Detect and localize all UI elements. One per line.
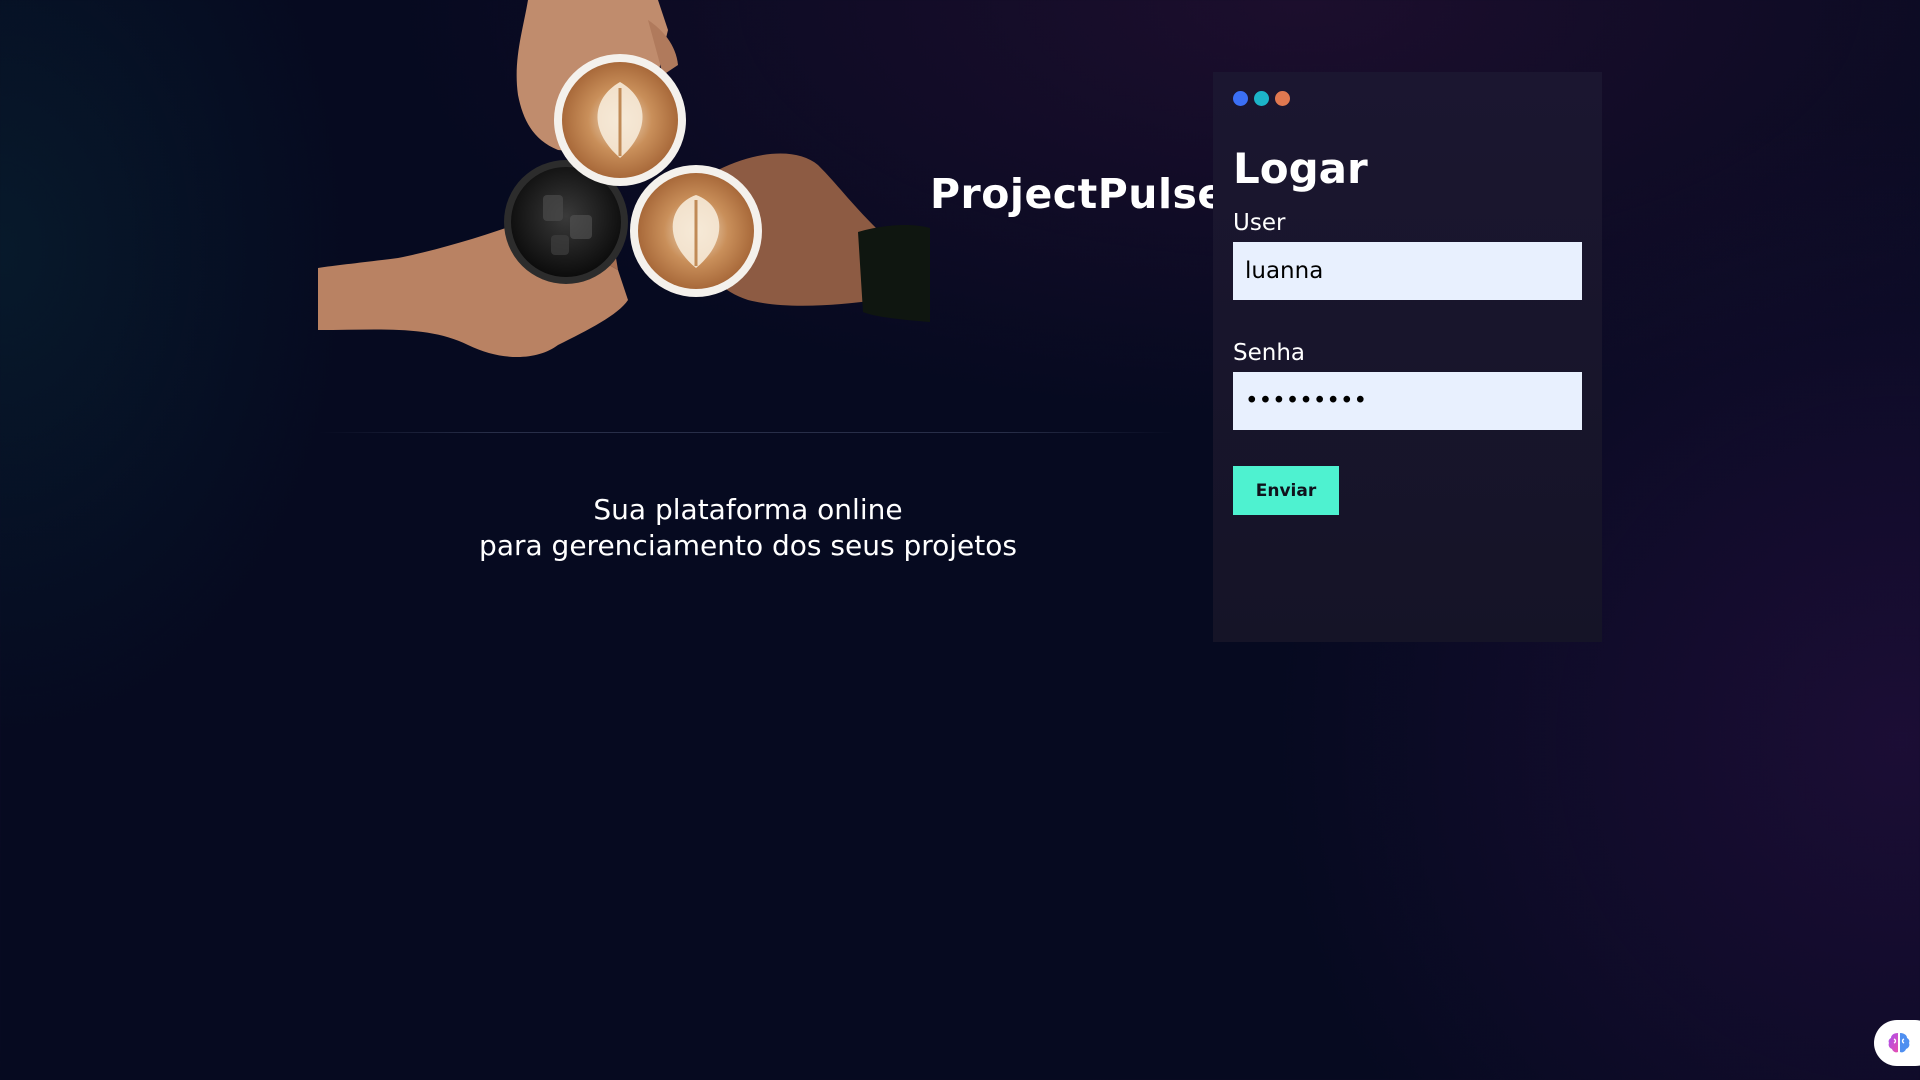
app-title: ProjectPulse — [930, 170, 1226, 218]
login-panel: Logar User Senha Enviar — [1213, 72, 1602, 642]
tagline-line-2: para gerenciamento dos seus projetos — [479, 529, 1017, 562]
password-label: Senha — [1233, 340, 1305, 366]
user-input[interactable] — [1233, 242, 1582, 300]
section-divider — [318, 432, 1176, 433]
window-dots — [1233, 91, 1290, 106]
dot-blue — [1233, 91, 1248, 106]
user-label: User — [1233, 210, 1286, 236]
hero-coffee-photo — [318, 0, 930, 365]
tagline-line-1: Sua plataforma online — [593, 493, 903, 526]
submit-button[interactable]: Enviar — [1233, 466, 1339, 515]
brain-icon — [1888, 1033, 1910, 1053]
login-heading: Logar — [1233, 144, 1368, 193]
tagline: Sua plataforma online para gerenciamento… — [418, 492, 1078, 564]
dot-orange — [1275, 91, 1290, 106]
password-input[interactable] — [1233, 372, 1582, 430]
dot-teal — [1254, 91, 1269, 106]
assistant-button[interactable] — [1874, 1020, 1920, 1066]
